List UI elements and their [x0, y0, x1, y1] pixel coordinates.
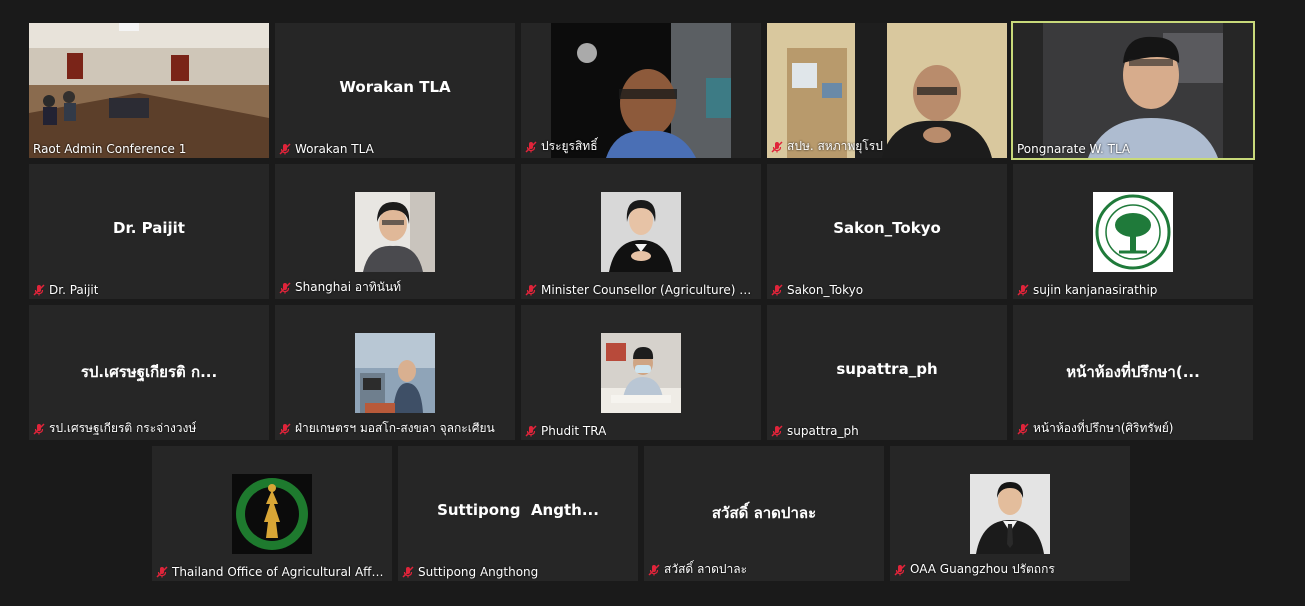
participant-label: OAA Guangzhou ปรัตถกร: [894, 560, 1055, 579]
participant-display-name: supattra_ph: [836, 360, 938, 378]
participant-tile[interactable]: sujin kanjanasirathip: [1013, 164, 1253, 299]
participant-tile[interactable]: ฝ่ายเกษตรฯ มอสโก-สงขลา จุลกะเศียน: [275, 305, 515, 440]
participant-display-name: Worakan TLA: [339, 78, 451, 96]
participant-tile[interactable]: Minister Counsellor (Agriculture) Th...: [521, 164, 761, 299]
mic-muted-icon: [156, 566, 168, 578]
participant-name: Raot Admin Conference 1: [33, 142, 187, 156]
participant-tile[interactable]: รป.เศรษฐเกียรติ ก... รป.เศรษฐเกียรติ กระ…: [29, 305, 269, 440]
participant-name: Sakon_Tokyo: [787, 283, 864, 297]
participant-name: Pongnarate W. TLA: [1017, 142, 1131, 156]
participant-label: Suttipong Angthong: [402, 565, 538, 579]
mic-muted-icon: [279, 422, 291, 435]
participant-tile[interactable]: Raot Admin Conference 1: [29, 23, 269, 158]
participant-label: Pongnarate W. TLA: [1017, 142, 1130, 156]
participant-tile[interactable]: Phudit TRA: [521, 305, 761, 440]
mic-muted-icon: [771, 284, 783, 296]
participant-video: [1013, 23, 1253, 158]
participant-label: ฝ่ายเกษตรฯ มอสโก-สงขลา จุลกะเศียน: [279, 419, 495, 438]
participant-name: Suttipong Angthong: [418, 565, 539, 579]
participant-label: รป.เศรษฐเกียรติ กระจ่างวงษ์: [33, 419, 196, 438]
mic-muted-icon: [402, 566, 414, 578]
participant-tile-active-speaker[interactable]: Pongnarate W. TLA: [1011, 21, 1255, 160]
participant-name: Thailand Office of Agricultural Affai...: [172, 565, 388, 579]
participant-display-name: Suttipong Angth...: [437, 501, 599, 519]
profile-photo: [355, 333, 435, 413]
mic-muted-icon: [771, 425, 783, 437]
participant-display-name: Dr. Paijit: [113, 219, 185, 237]
mic-muted-icon: [894, 563, 906, 576]
participant-display-name: หน้าห้องที่ปรึกษา(...: [1066, 363, 1200, 381]
profile-photo: [601, 333, 681, 413]
participant-label: Phudit TRA: [525, 424, 606, 438]
participant-name: Phudit TRA: [541, 424, 607, 438]
participant-label: Dr. Paijit: [33, 283, 98, 297]
mic-muted-icon: [771, 140, 783, 153]
participant-display-name: รป.เศรษฐเกียรติ ก...: [80, 363, 218, 381]
participant-label: sujin kanjanasirathip: [1017, 283, 1157, 297]
participant-tile[interactable]: supattra_ph supattra_ph: [767, 305, 1007, 440]
participant-label: Shanghai อาทินันท์: [279, 278, 401, 297]
participant-label: Thailand Office of Agricultural Affai...: [156, 565, 388, 579]
participant-tile[interactable]: Worakan TLA Worakan TLA: [275, 23, 515, 158]
mic-muted-icon: [1017, 422, 1029, 435]
profile-photo: [970, 474, 1050, 554]
mic-muted-icon: [525, 425, 537, 437]
participant-label: Sakon_Tokyo: [771, 283, 863, 297]
profile-photo: [355, 192, 435, 272]
participant-name: Shanghai อาทินันท์: [295, 280, 402, 294]
participant-tile[interactable]: Shanghai อาทินันท์: [275, 164, 515, 299]
participant-tile[interactable]: Thailand Office of Agricultural Affai...: [152, 446, 392, 581]
tree-logo-icon: [1093, 192, 1173, 272]
participant-label: Minister Counsellor (Agriculture) Th...: [525, 283, 757, 297]
participant-video: [29, 23, 269, 158]
participant-label: Worakan TLA: [279, 142, 374, 156]
participant-tile[interactable]: OAA Guangzhou ปรัตถกร: [890, 446, 1130, 581]
participant-name: Minister Counsellor (Agriculture) Th...: [541, 283, 757, 297]
participant-label: หน้าห้องที่ปรึกษา(ศิริทรัพย์): [1017, 419, 1173, 438]
participant-name: sujin kanjanasirathip: [1033, 283, 1158, 297]
participant-display-name: สวัสดิ์ ลาดปาละ: [711, 504, 817, 522]
green-seal-icon: [232, 474, 312, 554]
participant-label: Raot Admin Conference 1: [33, 142, 186, 156]
participant-name: สปษ. สหภาพยุโรป: [787, 139, 883, 153]
participant-name: supattra_ph: [787, 424, 859, 438]
participant-name: OAA Guangzhou ปรัตถกร: [910, 562, 1055, 576]
participant-tile[interactable]: สวัสดิ์ ลาดปาละ สวัสดิ์ ลาดปาละ: [644, 446, 884, 581]
participant-name: ประยูรสิทธิ์: [541, 139, 598, 153]
participant-label: สวัสดิ์ ลาดปาละ: [648, 560, 747, 579]
participant-tile[interactable]: Dr. Paijit Dr. Paijit: [29, 164, 269, 299]
mic-muted-icon: [279, 143, 291, 155]
participant-label: ประยูรสิทธิ์: [525, 137, 598, 156]
participant-tile[interactable]: Suttipong Angth... Suttipong Angthong: [398, 446, 638, 581]
mic-muted-icon: [33, 422, 45, 435]
mic-muted-icon: [525, 140, 537, 153]
participant-name: สวัสดิ์ ลาดปาละ: [664, 562, 748, 576]
participant-name: รป.เศรษฐเกียรติ กระจ่างวงษ์: [49, 421, 197, 435]
participant-name: Worakan TLA: [295, 142, 374, 156]
participant-tile[interactable]: Sakon_Tokyo Sakon_Tokyo: [767, 164, 1007, 299]
mic-muted-icon: [1017, 284, 1029, 296]
participant-label: supattra_ph: [771, 424, 859, 438]
participant-name: หน้าห้องที่ปรึกษา(ศิริทรัพย์): [1033, 421, 1174, 435]
participant-tile[interactable]: สปษ. สหภาพยุโรป: [767, 23, 1007, 158]
participant-label: สปษ. สหภาพยุโรป: [771, 137, 883, 156]
mic-muted-icon: [648, 563, 660, 576]
participant-tile[interactable]: หน้าห้องที่ปรึกษา(... หน้าห้องที่ปรึกษา(…: [1013, 305, 1253, 440]
mic-muted-icon: [279, 281, 291, 294]
participant-name: Dr. Paijit: [49, 283, 99, 297]
profile-photo: [601, 192, 681, 272]
participant-tile[interactable]: ประยูรสิทธิ์: [521, 23, 761, 158]
mic-muted-icon: [525, 284, 537, 296]
participant-display-name: Sakon_Tokyo: [833, 219, 941, 237]
participant-name: ฝ่ายเกษตรฯ มอสโก-สงขลา จุลกะเศียน: [295, 421, 495, 435]
mic-muted-icon: [33, 284, 45, 296]
